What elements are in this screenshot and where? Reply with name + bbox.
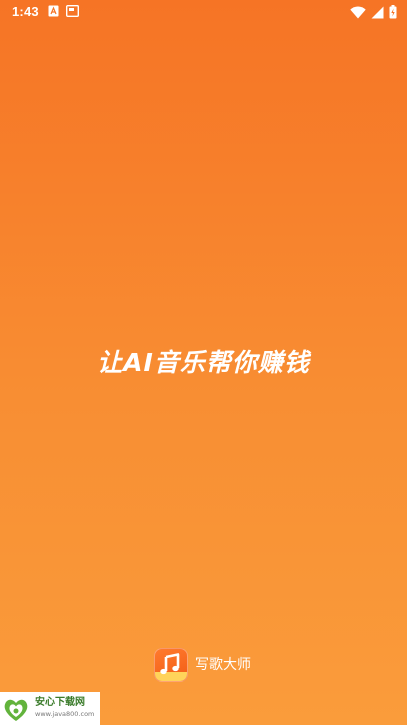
signal-icon [371, 6, 384, 18]
music-note-icon [160, 653, 180, 675]
watermark-logo-icon [4, 699, 28, 721]
status-time: 1:43 [12, 4, 39, 19]
notification-image-icon [66, 5, 79, 17]
app-logo [154, 648, 188, 682]
watermark-url: www.java800.com [35, 710, 95, 718]
wifi-icon [350, 5, 366, 18]
battery-icon [389, 5, 397, 19]
app-name: 写歌大师 [195, 657, 251, 673]
notification-a-icon [48, 5, 59, 17]
status-icons [350, 4, 397, 20]
status-bar: 1:43 [0, 0, 407, 24]
app-brand: 写歌大师 [154, 648, 251, 682]
watermark-badge: 安心下载网 www.java800.com [0, 692, 100, 725]
splash-screen: 1:43 让AI音乐帮你赚钱 写歌大师 安心下载网 www.java800.co… [0, 0, 407, 725]
watermark-title: 安心下载网 [35, 697, 85, 708]
splash-slogan: 让AI音乐帮你赚钱 [97, 348, 310, 377]
